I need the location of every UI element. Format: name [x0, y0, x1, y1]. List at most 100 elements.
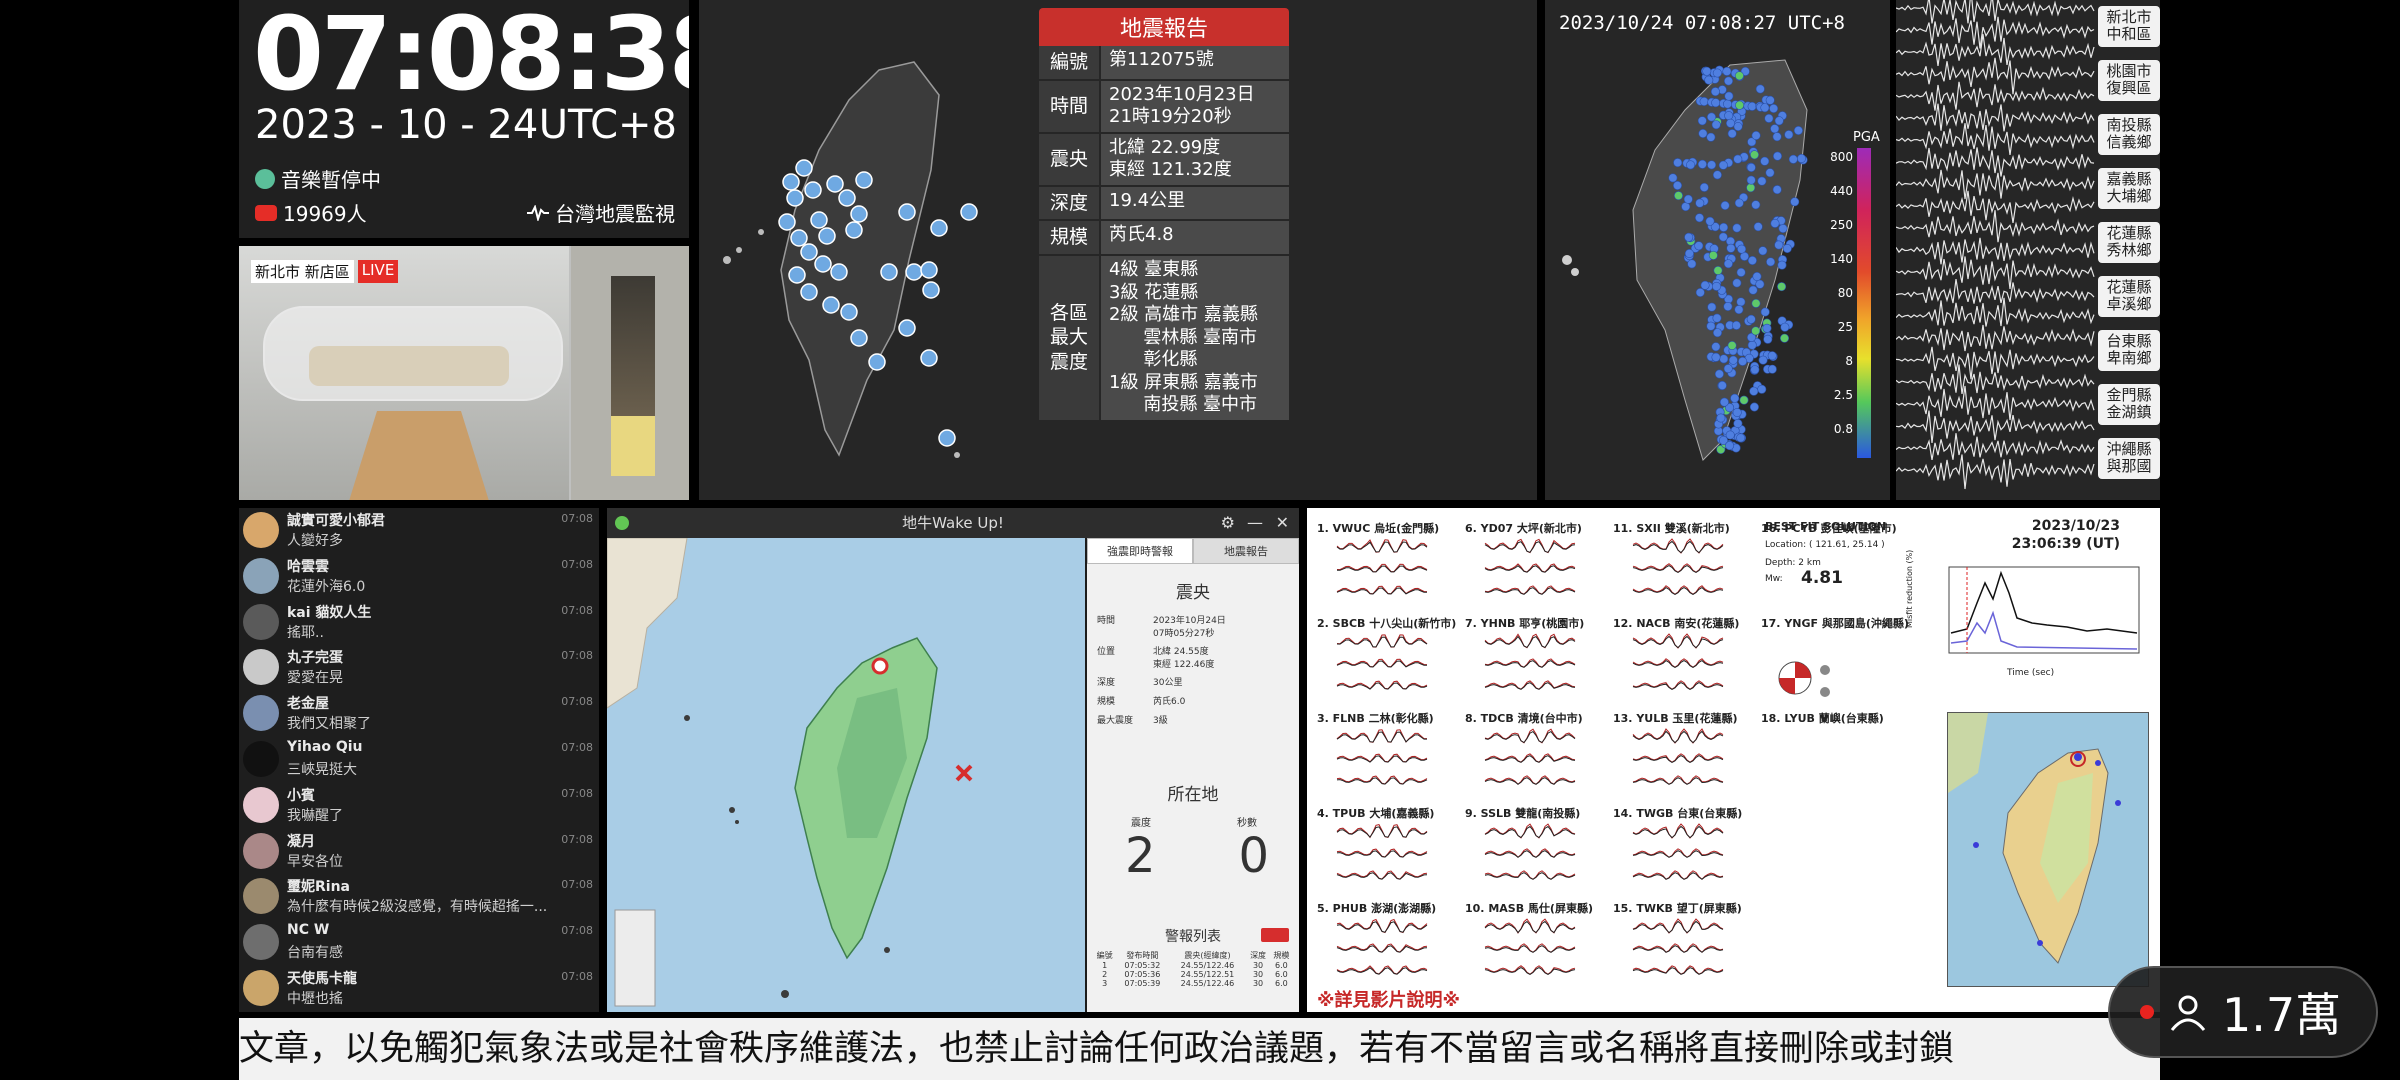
- chat-timestamp: 07:08: [561, 832, 593, 846]
- epicenter-info-row: 時間 2023年10月24日 07時05分27秒: [1097, 615, 1299, 640]
- report-row: 震央 北緯 22.99度 東經 121.32度: [1039, 133, 1289, 187]
- music-status: 音樂暫停中: [255, 164, 381, 193]
- chat-timestamp: 07:08: [561, 649, 593, 663]
- wakeup-app-window[interactable]: 地牛Wake Up! ⚙ — ✕ 強震即時警報 地震報告 震央 時間 2023年1…: [607, 508, 1299, 1012]
- station-dot: [1699, 182, 1709, 192]
- report-row-key: 震央: [1039, 133, 1099, 185]
- chat-author: NC W: [287, 922, 330, 939]
- info-key: 位置: [1097, 647, 1116, 658]
- chat-timestamp: 07:08: [561, 603, 593, 617]
- chat-timestamp: 07:08: [561, 557, 593, 571]
- station-dot: [1782, 244, 1792, 254]
- station-dot: [1736, 433, 1746, 443]
- close-icon[interactable]: ✕: [1276, 508, 1289, 538]
- app-titlebar[interactable]: 地牛Wake Up! ⚙ — ✕: [607, 508, 1299, 538]
- station-dot: [1772, 132, 1782, 142]
- current-time: 07:08:38: [253, 0, 689, 114]
- station-label: 9. SSLB 雙龍(南投縣): [1465, 807, 1581, 820]
- station-dot: [1734, 198, 1744, 208]
- info-value: 3級: [1153, 715, 1168, 726]
- station-dot: [1683, 194, 1693, 204]
- observed-trace: [1484, 918, 1576, 934]
- solution-depth: Depth: 2 km: [1765, 558, 1821, 568]
- tab-report[interactable]: 地震報告: [1193, 538, 1299, 564]
- local-intensity: 2: [1125, 828, 1156, 884]
- camera-location-label: 新北市 新店區 LIVE: [251, 260, 399, 283]
- station-dot: [1722, 66, 1732, 76]
- settings-icon[interactable]: ⚙: [1221, 508, 1235, 538]
- station-dot: [1733, 154, 1743, 164]
- station-dot: [1673, 158, 1683, 168]
- chat-message: NC W 台南有感 07:08: [243, 920, 597, 966]
- station-dot: [1687, 259, 1697, 269]
- plot-xlabel: Time (sec): [2007, 668, 2055, 678]
- synthetic-trace: [1484, 825, 1576, 839]
- avatar: [243, 786, 279, 823]
- station-dot: [1710, 87, 1720, 97]
- alert-row[interactable]: 3 07:05:39 24.55/122.46 30 6.0: [1093, 979, 1293, 988]
- plot-ylabel: Misfit reduction (%): [1905, 549, 1914, 628]
- avatar: [243, 970, 279, 1006]
- wakeup-map[interactable]: [607, 537, 1085, 1012]
- station-dot: [1711, 98, 1721, 108]
- alert-row[interactable]: 2 07:05:36 24.55/122.51 30 6.0: [1093, 970, 1293, 979]
- synthetic-trace: [1632, 635, 1724, 649]
- station-dot: [1695, 198, 1705, 208]
- minimize-icon[interactable]: —: [1247, 508, 1263, 538]
- pga-tick: 8: [1845, 354, 1853, 368]
- report-row-key: 規模: [1039, 221, 1099, 255]
- alert-row[interactable]: 1 07:05:32 24.55/122.46 30 6.0: [1093, 961, 1293, 970]
- station-dot: [1724, 76, 1734, 86]
- station-dot: [1702, 66, 1712, 76]
- report-row-key: 編號: [1039, 46, 1099, 79]
- info-value: 北緯 24.55度 東經 122.46度: [1153, 647, 1215, 670]
- chat-text: 中壢也搖: [287, 991, 343, 1007]
- observed-trace: [1484, 633, 1576, 649]
- avatar: [243, 924, 279, 961]
- chat-message: 老金屋 我們又相聚了 07:08: [243, 691, 597, 737]
- chat-author: 璽妮Rina: [287, 879, 350, 896]
- station-tag: 桃園市 復興區: [2098, 60, 2160, 101]
- waveform-panel: 新北市 中和區 桃園市 復興區 南投縣 信義鄉 嘉義縣 大埔鄉 花蓮縣 秀林鄉 花蓮縣 卓…: [1896, 0, 2160, 500]
- tab-realtime-alert[interactable]: 強震即時警報: [1087, 538, 1193, 564]
- synthetic-trace: [1632, 565, 1724, 573]
- station-dot: [1736, 297, 1746, 307]
- station-dot: [1765, 95, 1775, 105]
- station-dot: [1704, 75, 1714, 85]
- station-dot: [1700, 280, 1710, 290]
- station-dot: [1711, 120, 1721, 130]
- beachball-icon: [1778, 661, 1830, 697]
- report-title: 地震報告: [1039, 8, 1289, 46]
- report-row-key: 深度: [1039, 186, 1099, 220]
- mw-label: Mw:: [1765, 574, 1783, 584]
- chat-message: kai 貓奴人生 搖耶.. 07:08: [243, 600, 597, 646]
- alert-table: 編號 發布時間 震央(經緯度) 深度 規模 1 07:05:32 24.55/122.46 30…: [1093, 950, 1293, 988]
- observed-trace: [1336, 870, 1428, 880]
- waveform-trace: [1896, 410, 2095, 443]
- synthetic-trace: [1336, 921, 1428, 933]
- waveform-trace: [1896, 279, 2095, 304]
- observed-trace: [1484, 965, 1576, 975]
- wakeup-tabs: 強震即時警報 地震報告: [1087, 538, 1299, 564]
- station-dot: [1784, 130, 1794, 140]
- waveform-trace: [1896, 81, 2095, 111]
- live-chat-panel[interactable]: 誠實可愛小郁君 人變好多 07:08 哈雲雲 花蓮外海6.0 07:08 kai 貓奴人生搖…: [239, 508, 599, 1012]
- station-dot: [1751, 200, 1761, 210]
- chat-message: 璽妮Rina 為什麼有時候2級沒感覺，有時候超搖一... 07:08: [243, 874, 597, 920]
- station-dot: [1686, 160, 1696, 170]
- chat-author: 天使馬卡龍: [287, 971, 357, 987]
- station-dot: [1788, 154, 1798, 164]
- station-dot: [1727, 340, 1737, 350]
- chat-message: 誠實可愛小郁君 人變好多 07:08: [243, 508, 597, 554]
- avatar: [243, 557, 279, 594]
- station-label: 1. VWUC 烏坵(金門縣): [1317, 522, 1440, 535]
- station-dot: [1728, 355, 1738, 365]
- waveform-trace: [1896, 169, 2095, 200]
- observed-trace: [1484, 680, 1576, 690]
- station-dot: [1725, 441, 1735, 451]
- viewer-count-badge[interactable]: 1.7萬: [2108, 966, 2378, 1058]
- station-dot: [1747, 101, 1757, 111]
- report-row-key: 各區 最大 震度: [1039, 256, 1099, 420]
- info-key: 深度: [1097, 678, 1116, 689]
- epicenter-info-row: 最大震度 3級: [1097, 715, 1299, 728]
